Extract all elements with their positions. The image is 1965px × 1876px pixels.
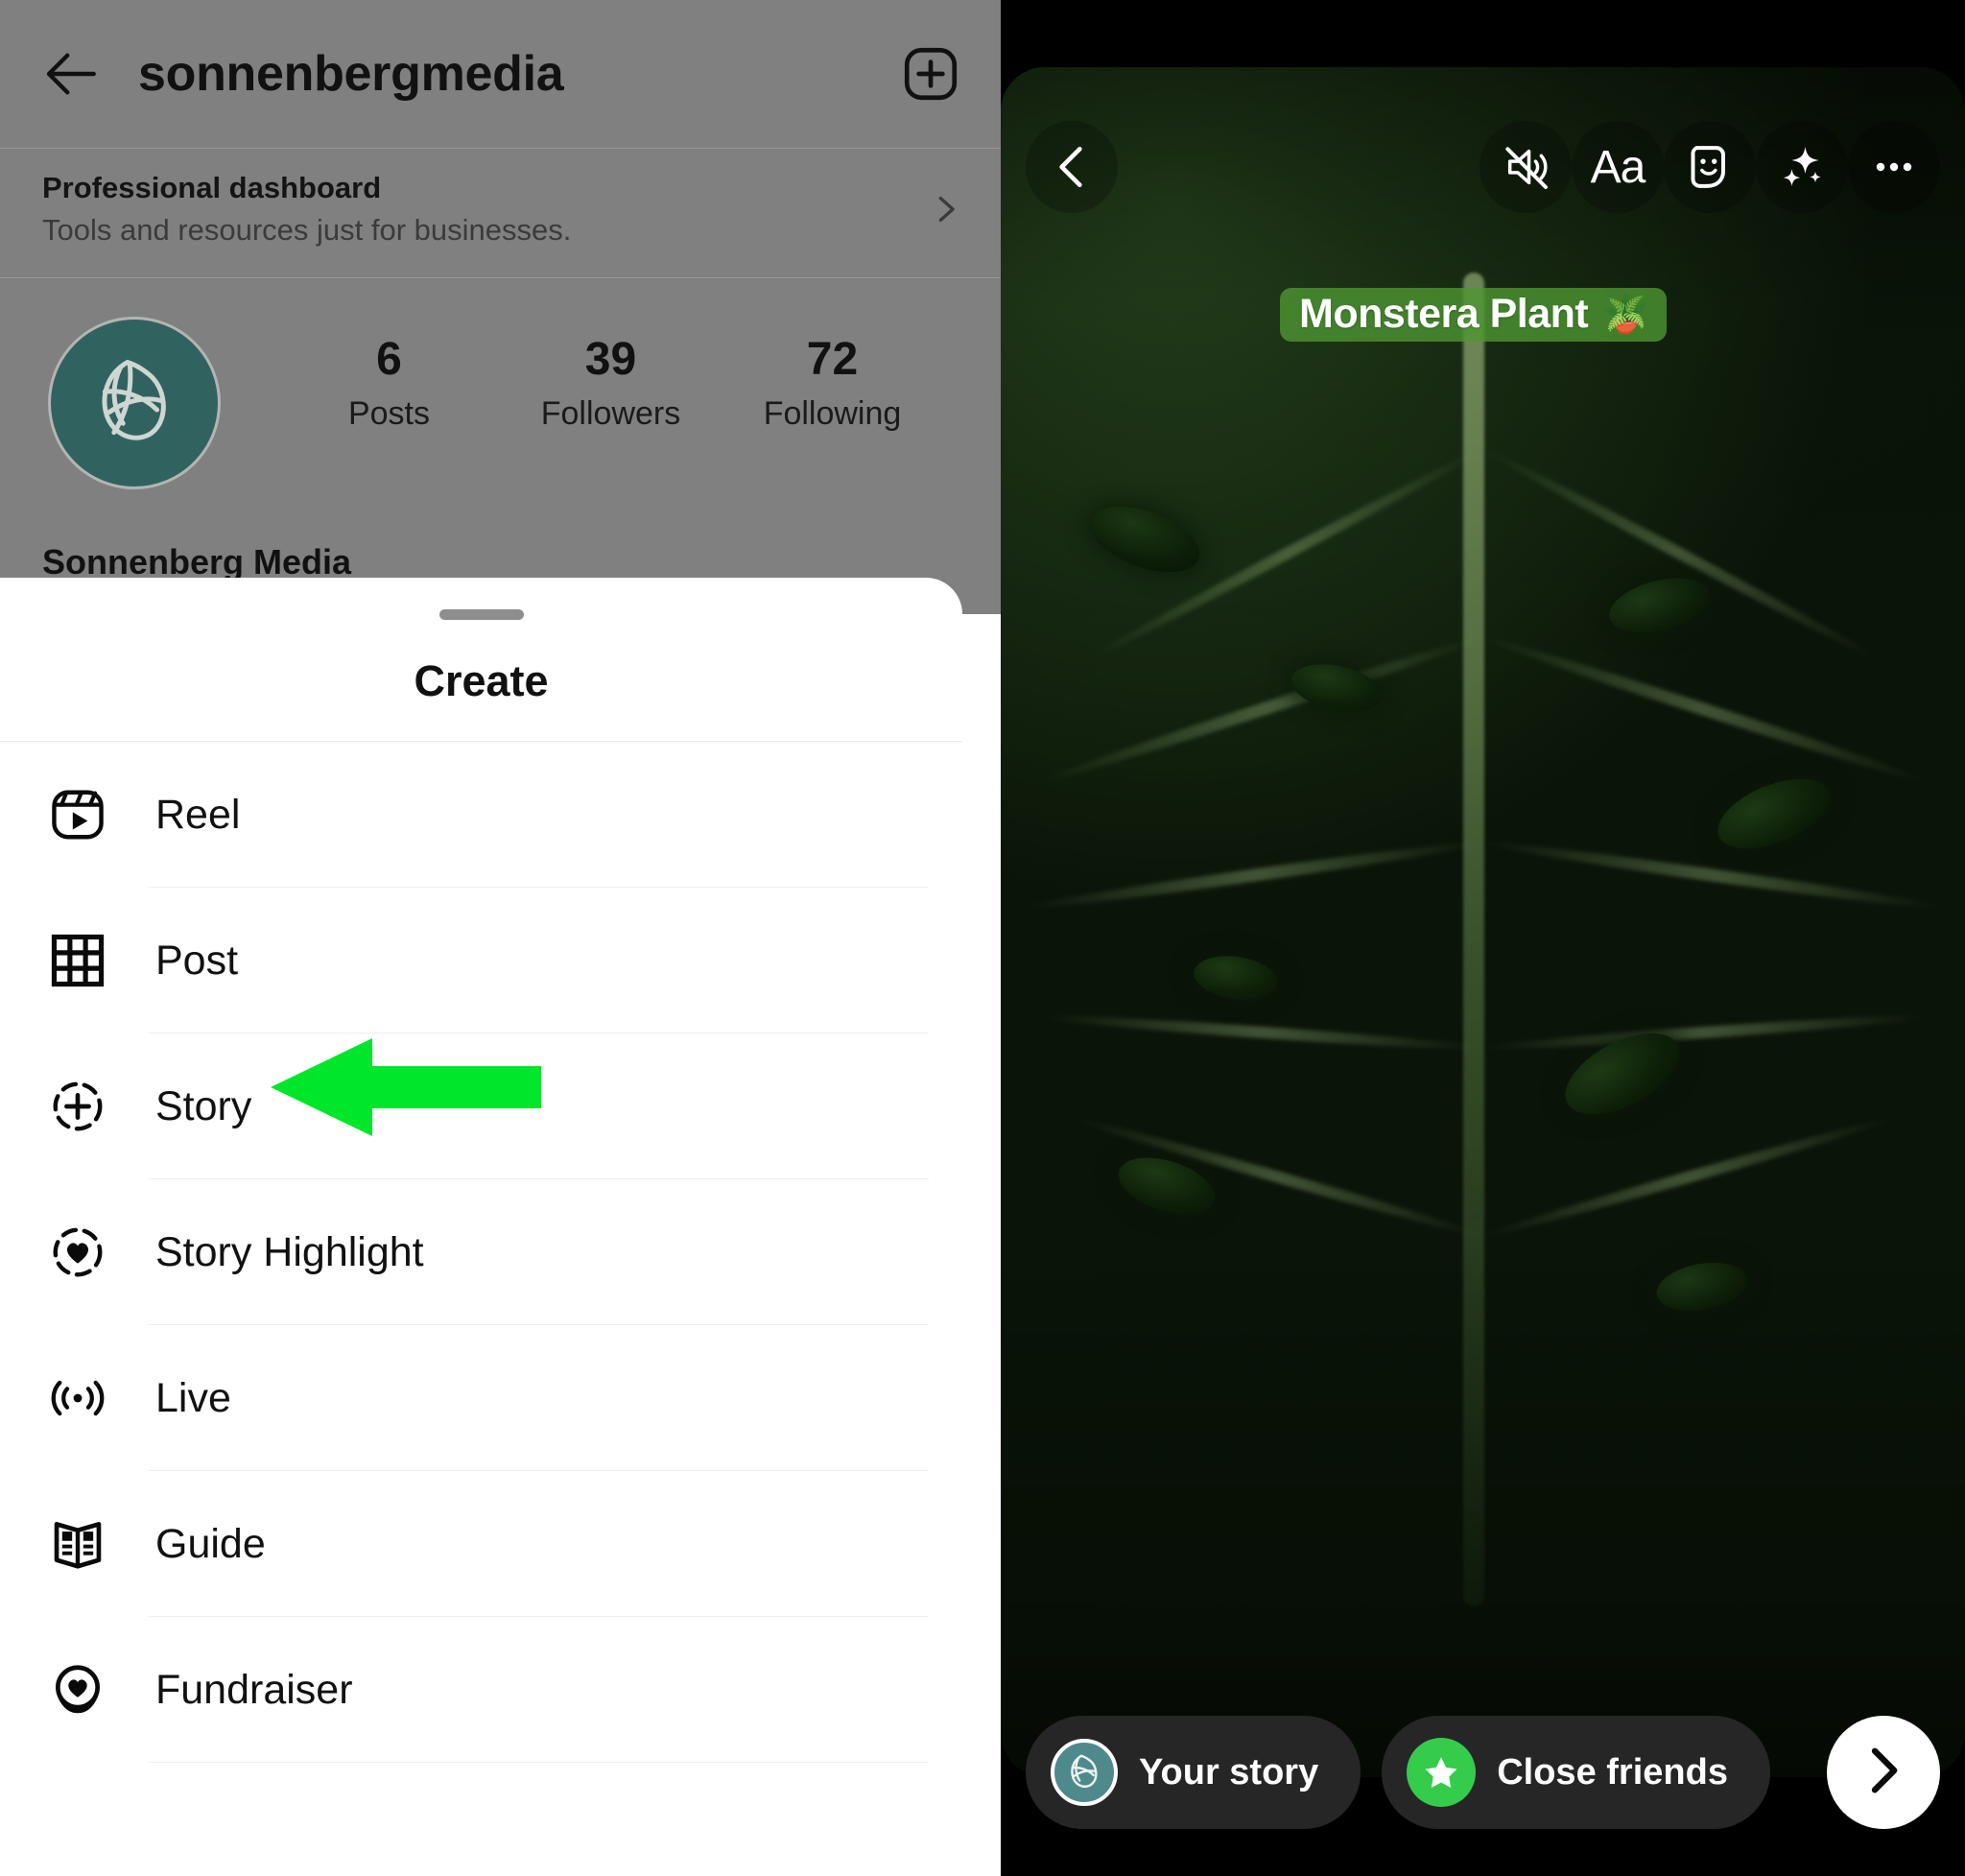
story-plus-circle-icon <box>48 1077 107 1136</box>
chevron-right-icon <box>930 193 962 226</box>
create-menu-list: Reel Post Story Story Highlight Live Gui… <box>0 742 962 1763</box>
dashboard-subtitle: Tools and resources just for businesses. <box>42 212 572 247</box>
dashboard-title: Professional dashboard <box>42 171 382 204</box>
menu-item-label: Reel <box>155 791 241 838</box>
menu-item-label: Fundraiser <box>155 1666 353 1713</box>
stat-value: 39 <box>584 334 637 385</box>
menu-item-reel[interactable]: Reel <box>0 742 962 888</box>
close-friends-label: Close friends <box>1497 1751 1728 1793</box>
drag-handle[interactable] <box>438 609 524 620</box>
text-sticker[interactable]: Monstera Plant 🪴 <box>1280 288 1668 342</box>
menu-item-label: Story Highlight <box>155 1228 424 1275</box>
professional-dashboard-row[interactable]: Professional dashboard Tools and resourc… <box>0 149 1001 278</box>
menu-item-story-highlight[interactable]: Story Highlight <box>0 1179 962 1325</box>
menu-item-label: Story <box>155 1082 252 1129</box>
stat-label: Followers <box>540 395 681 433</box>
potted-plant-icon: 🪴 <box>1601 293 1650 335</box>
menu-item-label: Live <box>155 1374 231 1421</box>
page-title: sonnenbergmedia <box>138 46 564 102</box>
reel-icon <box>48 785 107 844</box>
stat-posts[interactable]: 6 Posts <box>318 334 462 433</box>
chevron-right-icon <box>1858 1745 1909 1801</box>
profile-stats: 6 Posts 39 Followers 72 Following <box>221 317 1001 433</box>
leaf-logo-icon <box>1051 1739 1118 1806</box>
profile-stats-row: 6 Posts 39 Followers 72 Following <box>0 278 1001 489</box>
your-story-button[interactable]: Your story <box>1026 1716 1361 1829</box>
menu-item-label: Guide <box>155 1520 266 1567</box>
menu-item-fundraiser[interactable]: Fundraiser <box>0 1617 962 1763</box>
left-panel-profile-with-create-sheet: sonnenbergmedia Professional dashboard T… <box>0 0 1001 1876</box>
back-chevron-icon[interactable] <box>1026 121 1118 213</box>
menu-item-live[interactable]: Live <box>0 1325 962 1471</box>
stat-value: 72 <box>806 334 859 385</box>
right-panel-story-editor: Aa Monstera Plant 🪴 Your story Close fri… <box>1001 0 1965 1876</box>
stat-value: 6 <box>376 334 402 385</box>
menu-item-label: Post <box>155 937 239 984</box>
sheet-title: Create <box>0 656 962 742</box>
text-aa-icon[interactable]: Aa <box>1572 121 1664 213</box>
next-button[interactable] <box>1827 1716 1940 1829</box>
guide-book-icon <box>48 1514 107 1574</box>
sticker-text: Monstera Plant <box>1299 290 1589 337</box>
text-tool-label: Aa <box>1590 141 1646 193</box>
close-friends-button[interactable]: Close friends <box>1382 1716 1770 1829</box>
more-options-icon[interactable] <box>1848 121 1940 213</box>
sparkles-effects-icon[interactable] <box>1756 121 1848 213</box>
profile-header: sonnenbergmedia <box>0 0 1001 149</box>
menu-item-guide[interactable]: Guide <box>0 1471 962 1617</box>
highlight-heart-circle-icon <box>48 1223 107 1282</box>
your-story-label: Your story <box>1139 1751 1319 1793</box>
mute-audio-icon[interactable] <box>1480 121 1572 213</box>
stat-followers[interactable]: 39 Followers <box>539 334 683 433</box>
profile-display-name: Sonnenberg Media <box>42 542 352 582</box>
fundraiser-heart-icon <box>48 1660 107 1720</box>
stat-label: Posts <box>347 395 431 433</box>
menu-item-story[interactable]: Story <box>0 1033 962 1179</box>
sticker-smiley-icon[interactable] <box>1664 121 1756 213</box>
plus-square-icon[interactable] <box>899 42 962 106</box>
story-toolbar: Aa <box>1001 117 1965 217</box>
grid-post-icon <box>48 931 107 990</box>
green-star-icon <box>1407 1738 1477 1807</box>
avatar[interactable] <box>48 317 221 489</box>
story-bottom-bar: Your story Close friends <box>1001 1709 1965 1836</box>
live-broadcast-icon <box>48 1368 107 1428</box>
divider <box>149 1762 929 1763</box>
create-bottom-sheet: Create Reel Post Story Story Highlight L… <box>0 578 962 1876</box>
stat-following[interactable]: 72 Following <box>761 334 905 433</box>
stat-label: Following <box>763 395 902 433</box>
dimmed-profile-background: sonnenbergmedia Professional dashboard T… <box>0 0 1001 614</box>
back-arrow-icon[interactable] <box>38 42 102 106</box>
screen-root: sonnenbergmedia Professional dashboard T… <box>0 0 1965 1876</box>
menu-item-post[interactable]: Post <box>0 888 962 1033</box>
